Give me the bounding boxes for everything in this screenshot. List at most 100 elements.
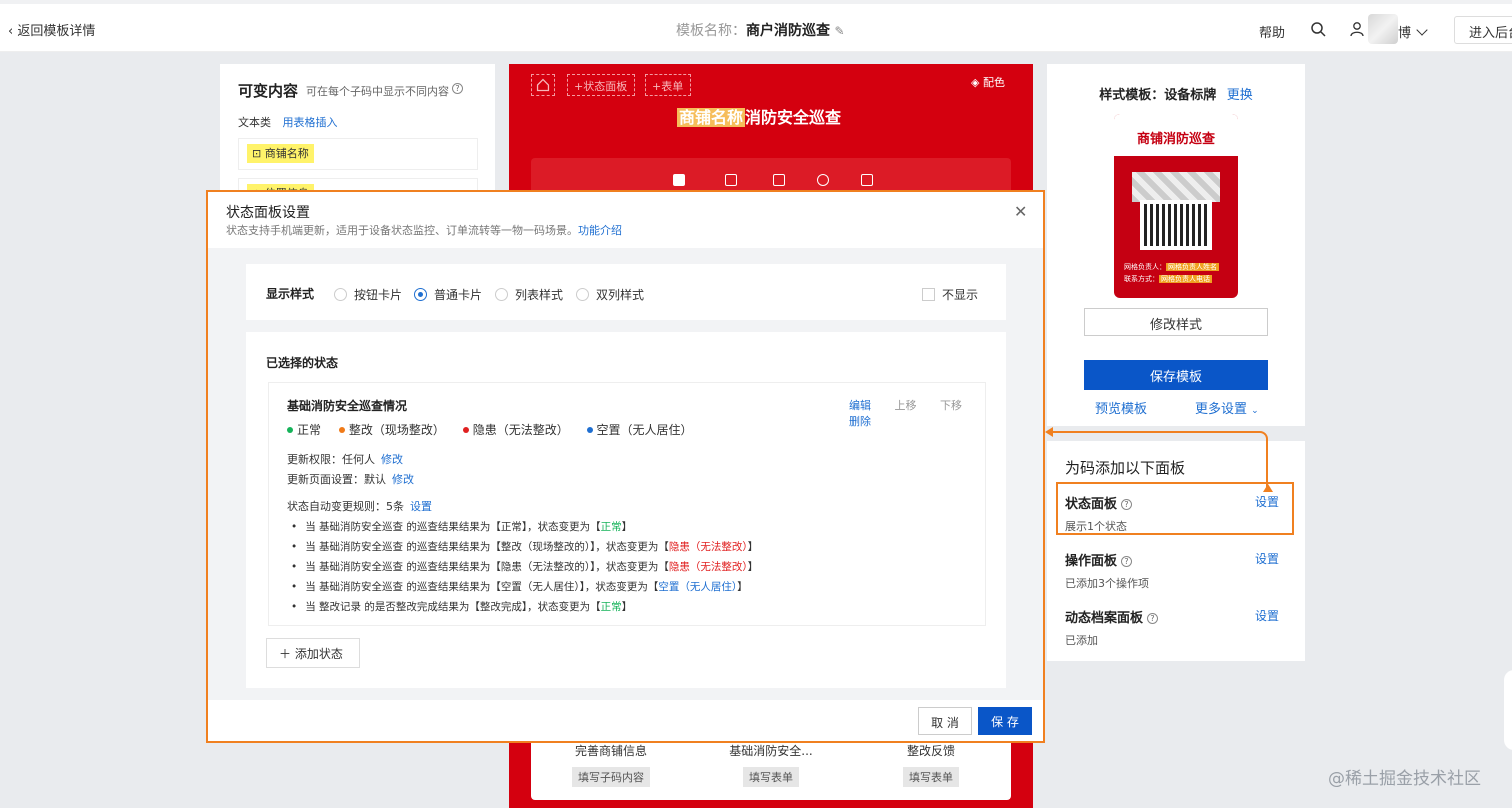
pencil-icon[interactable]: ✎ — [834, 24, 844, 38]
style-radio-list[interactable]: 列表样式 — [495, 286, 563, 303]
cancel-button[interactable]: 取 消 — [918, 707, 972, 735]
status-label: 整改（现场整改） — [348, 423, 445, 437]
avatar[interactable] — [1368, 14, 1398, 44]
close-icon[interactable]: ✕ — [1014, 202, 1027, 221]
feature-intro-link[interactable]: 功能介绍 — [578, 224, 622, 237]
move-up-button[interactable]: 上移 — [895, 399, 917, 412]
file-icon[interactable] — [773, 174, 785, 186]
rule-text: 当 基础消防安全巡查 的巡查结果结果为【隐患（无法整改的）】，状态变更为【 — [305, 561, 669, 573]
modify-page-link[interactable]: 修改 — [392, 473, 414, 486]
radio-icon — [495, 288, 508, 301]
help-icon[interactable]: ? — [452, 83, 463, 94]
floating-widget[interactable] — [1504, 670, 1512, 750]
rule-status: 隐患（无法整改） — [668, 541, 748, 553]
action-item[interactable]: 完善商铺信息 填写子码内容 — [531, 742, 691, 787]
add-form-button[interactable]: +表单 — [645, 74, 691, 96]
add-status-button[interactable]: ＋ 添加状态 — [266, 638, 360, 668]
rule-item: 当 基础消防安全巡查 的巡查结果结果为【整改（现场整改的）】，状态变更为【隐患（… — [291, 539, 758, 554]
enter-backend-button[interactable]: 进入后台 — [1454, 16, 1512, 44]
variable-label: 商铺名称 — [264, 147, 309, 160]
action-item[interactable]: 整改反馈 填写表单 — [851, 742, 1011, 787]
save-button[interactable]: 保 存 — [978, 707, 1032, 735]
category-label: 文本类 — [238, 116, 271, 129]
color-scheme-label: 配色 — [982, 76, 1005, 89]
status-card-actions: 编辑 上移 下移 删除 — [829, 397, 985, 429]
video-icon[interactable] — [861, 174, 873, 186]
back-link[interactable]: ‹ 返回模板详情 — [8, 20, 95, 39]
variable-highlight: 商铺名称 — [677, 108, 746, 127]
insert-by-table-link[interactable]: 用表格插入 — [283, 116, 338, 129]
radio-label: 双列样式 — [596, 288, 645, 302]
label-title: 商铺消防巡查 — [1136, 132, 1215, 147]
style-radio-normal-card[interactable]: 普通卡片 — [414, 286, 482, 303]
panel-settings-link[interactable]: 设置 — [1255, 550, 1279, 567]
variable-item[interactable]: ⊡ 商铺名称 — [238, 138, 478, 170]
panel-settings-link[interactable]: 设置 — [1255, 607, 1279, 624]
radio-icon — [576, 288, 589, 301]
rule-text: 】 — [747, 561, 759, 573]
rule-item: 当 基础消防安全巡查 的巡查结果结果为【正常】，状态变更为【正常】 — [291, 519, 632, 534]
help-icon[interactable]: ? — [1147, 613, 1159, 624]
label-line-value: 网格负责人姓名 — [1166, 263, 1219, 271]
more-settings-link[interactable]: 更多设置 ⌄ — [1195, 398, 1259, 417]
chevron-left-icon: ‹ — [8, 24, 14, 39]
delete-button[interactable]: 删除 — [849, 415, 871, 428]
action-item[interactable]: 基础消防安全... 填写表单 — [691, 742, 851, 787]
blurred-logo — [1132, 172, 1220, 202]
rule-text: 当 基础消防安全巡查 的巡查结果结果为【整改（现场整改的）】，状态变更为【 — [305, 541, 669, 553]
change-style-link[interactable]: 更换 — [1227, 88, 1253, 103]
selected-status-section: 已选择的状态 基础消防安全巡查情况 编辑 上移 下移 删除 正常 整改（现场整改… — [246, 332, 1006, 688]
add-status-panel-button[interactable]: +状态面板 — [567, 74, 635, 96]
rule-status: 隐患（无法整改） — [668, 561, 748, 573]
move-down-button[interactable]: 下移 — [940, 399, 962, 412]
image-icon[interactable] — [725, 174, 737, 186]
update-permission-row: 更新权限：任何人 修改 — [287, 451, 403, 467]
hide-checkbox[interactable]: 不显示 — [922, 286, 978, 303]
user-name[interactable]: 博 — [1398, 22, 1411, 41]
annotation-highlight — [1056, 482, 1294, 535]
help-icon[interactable]: ? — [1121, 556, 1133, 567]
style-radio-two-column[interactable]: 双列样式 — [576, 286, 644, 303]
color-scheme-button[interactable]: ◈ 配色 — [971, 74, 1005, 90]
paint-bucket-icon: ◈ — [971, 76, 980, 89]
text-block-icon[interactable] — [673, 174, 685, 186]
row-label: 更新权限：任何人 — [287, 453, 375, 466]
rule-text: 】 — [621, 521, 633, 533]
status-card: 基础消防安全巡查情况 编辑 上移 下移 删除 正常 整改（现场整改） 隐患（无法… — [268, 382, 986, 626]
panel-title: 可变内容 — [238, 82, 299, 100]
save-template-button[interactable]: 保存模板 — [1084, 360, 1268, 390]
row-label: 状态自动变更规则：5条 — [287, 500, 404, 513]
action-bar: 完善商铺信息 填写子码内容 基础消防安全... 填写表单 整改反馈 填写表单 — [531, 734, 1011, 800]
back-label: 返回模板详情 — [17, 24, 96, 39]
display-style-section: 显示样式 按钮卡片 普通卡片 列表样式 双列样式 不显示 — [246, 264, 1006, 320]
top-bar: ‹ 返回模板详情 模板名称：商户消防巡查 ✎ 帮助 博 进入后台 — [0, 0, 1512, 52]
panel-item-operation: 操作面板? 设置 已添加3个操作项 — [1065, 550, 1287, 591]
modify-style-button[interactable]: 修改样式 — [1084, 308, 1268, 336]
code-title[interactable]: 商铺名称 消防安全巡查 — [677, 104, 865, 128]
add-status-label: 添加状态 — [294, 647, 343, 661]
label-line-value: 网格负责人电话 — [1159, 275, 1212, 283]
panel-desc: 已添加3个操作项 — [1065, 577, 1149, 590]
status-list: 正常 整改（现场整改） 隐患（无法整改） 空置（无人居住） — [287, 421, 707, 438]
home-icon[interactable] — [531, 74, 555, 96]
modify-permission-link[interactable]: 修改 — [381, 453, 403, 466]
watermark: @稀土掘金技术社区 — [1328, 769, 1481, 789]
rule-text: 当 基础消防安全巡查 的巡查结果结果为【正常】，状态变更为【 — [305, 521, 601, 533]
variable-tag: ⊡ 商铺名称 — [247, 144, 314, 163]
panel-item-archive: 动态档案面板? 设置 已添加 — [1065, 607, 1287, 648]
help-link[interactable]: 帮助 — [1259, 22, 1285, 41]
music-icon[interactable] — [817, 174, 829, 186]
style-radio-button-card[interactable]: 按钮卡片 — [334, 286, 402, 303]
rules-settings-link[interactable]: 设置 — [410, 500, 432, 513]
qr-code-icon — [1140, 200, 1212, 250]
chevron-down-icon: ⌄ — [1251, 406, 1259, 416]
radio-selected-icon — [414, 288, 427, 301]
status-panel-dialog: 状态面板设置 状态支持手机端更新，适用于设备状态监控、订单流转等一物一码场景。功… — [206, 190, 1045, 743]
preview-template-link[interactable]: 预览模板 — [1095, 398, 1147, 417]
edit-button[interactable]: 编辑 — [849, 399, 871, 412]
dialog-subtitle-text: 状态支持手机端更新，适用于设备状态监控、订单流转等一物一码场景。 — [226, 224, 578, 237]
status-label: 隐患（无法整改） — [472, 423, 569, 437]
dialog-subtitle: 状态支持手机端更新，适用于设备状态监控、订单流转等一物一码场景。功能介绍 — [226, 222, 622, 238]
search-icon[interactable] — [1310, 21, 1326, 37]
chevron-down-icon[interactable] — [1416, 24, 1428, 36]
